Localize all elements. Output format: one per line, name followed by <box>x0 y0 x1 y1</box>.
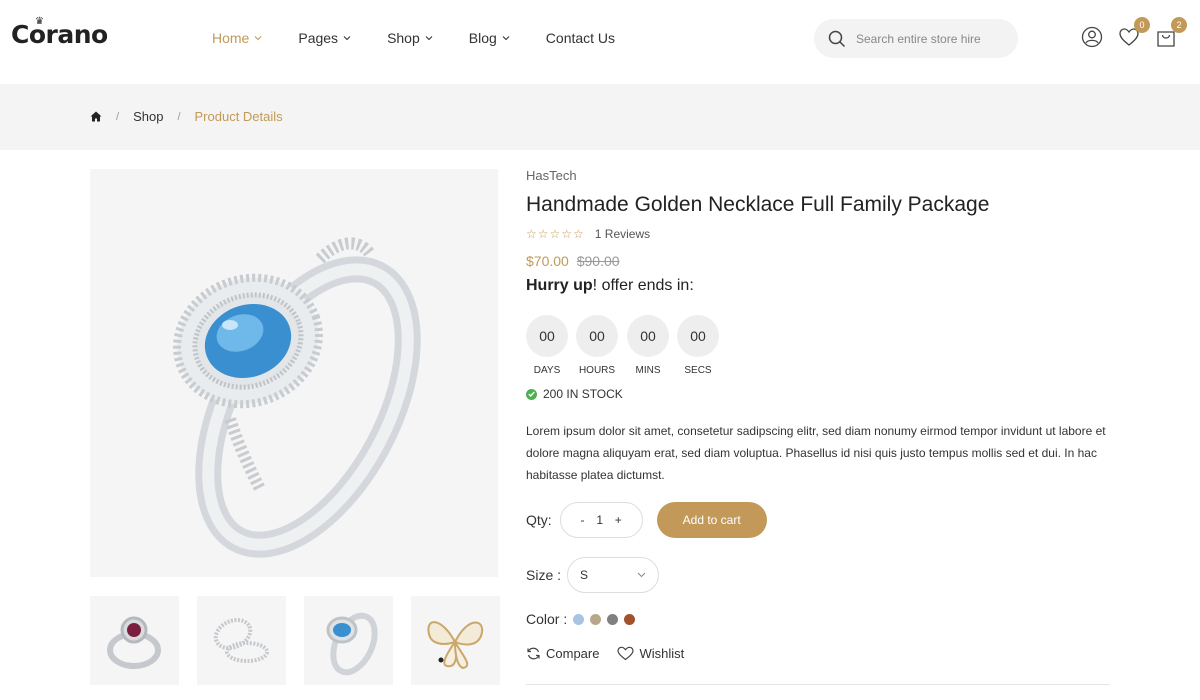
qty-increase-button[interactable]: + <box>615 513 622 527</box>
user-account-button[interactable] <box>1081 26 1105 50</box>
price-old: $90.00 <box>576 253 620 269</box>
color-swatch-brown[interactable] <box>624 613 636 625</box>
countdown-value: 00 <box>526 315 568 357</box>
search-input[interactable] <box>856 31 1006 46</box>
nav-home-label: Home <box>212 30 250 46</box>
chevron-down-icon <box>425 36 433 41</box>
countdown-mins: 00 MINS <box>627 315 669 376</box>
product-title: Handmade Golden Necklace Full Family Pac… <box>526 193 990 216</box>
product-thumbnail[interactable] <box>197 596 286 685</box>
color-swatch-gray[interactable] <box>607 613 619 625</box>
nav-shop[interactable]: Shop <box>387 30 433 46</box>
offer-bold: Hurry up <box>526 277 593 294</box>
chevron-down-icon <box>254 36 262 41</box>
nav-pages-label: Pages <box>298 30 339 46</box>
user-icon <box>1081 26 1103 48</box>
breadcrumb: / Shop / Product Details <box>90 109 283 124</box>
home-icon[interactable] <box>90 111 102 122</box>
product-thumbnail[interactable] <box>90 596 179 685</box>
divider <box>526 684 1110 685</box>
ring-image <box>173 237 421 558</box>
breadcrumb-current: Product Details <box>194 109 283 124</box>
blue-ring-thumbnail <box>326 612 378 676</box>
wishlist-button[interactable]: 0 <box>1118 17 1150 50</box>
compare-label: Compare <box>546 646 600 661</box>
qty-input[interactable]: 1 <box>596 513 603 527</box>
product-rating: ☆☆☆☆☆ 1 Reviews <box>526 227 650 241</box>
color-label: Color : <box>526 611 568 627</box>
refresh-icon <box>527 647 540 660</box>
countdown-secs: 00 SECS <box>677 315 719 376</box>
product-thumbnail[interactable] <box>304 596 393 685</box>
offer-text: ! offer ends in: <box>592 277 694 294</box>
search-box <box>814 19 1018 58</box>
breadcrumb-separator: / <box>116 110 120 123</box>
search-icon[interactable] <box>828 30 846 48</box>
product-main-image[interactable] <box>90 169 498 577</box>
color-swatch-tan[interactable] <box>590 613 602 625</box>
nav-shop-label: Shop <box>387 30 420 46</box>
qty-label: Qty: <box>526 512 552 528</box>
nav-home[interactable]: Home <box>212 30 262 46</box>
countdown-hours: 00 HOURS <box>576 315 618 376</box>
crown-icon: ♛ <box>35 16 44 27</box>
product-actions: Compare Wishlist <box>526 646 702 661</box>
ruby-ring-thumbnail <box>107 616 161 669</box>
nav-contact[interactable]: Contact Us <box>546 30 615 46</box>
size-selected-value: S <box>580 568 589 582</box>
countdown-label: HOURS <box>578 365 616 376</box>
main-nav: Home Pages Shop Blog Contact Us <box>212 30 651 46</box>
size-select[interactable]: S <box>567 557 660 593</box>
breadcrumb-separator: / <box>177 110 181 123</box>
wishlist-label: Wishlist <box>639 646 685 661</box>
band-rings-thumbnail <box>213 617 269 663</box>
site-header: ♛ Corano Home Pages Shop Blog Contact Us <box>0 0 1200 84</box>
logo-text: Corano <box>11 20 108 49</box>
price-current: $70.00 <box>526 253 569 269</box>
check-circle-icon <box>526 388 537 400</box>
quantity-stepper: - 1 + <box>559 502 643 538</box>
nav-blog-label: Blog <box>468 30 497 46</box>
countdown-label: DAYS <box>533 365 561 376</box>
size-row: Size : S <box>526 557 660 593</box>
chevron-down-icon <box>343 36 351 41</box>
chevron-down-icon <box>502 36 510 41</box>
star-rating-icon: ☆☆☆☆☆ <box>526 227 585 241</box>
cart-count-badge: 2 <box>1171 17 1187 33</box>
size-label: Size : <box>526 567 562 583</box>
color-row: Color : <box>526 611 641 627</box>
product-description: Lorem ipsum dolor sit amet, consetetur s… <box>526 424 1106 482</box>
product-brand[interactable]: HasTech <box>526 168 577 183</box>
quantity-row: Qty: - 1 + Add to cart <box>526 502 767 538</box>
nav-pages[interactable]: Pages <box>298 30 351 46</box>
add-to-cart-button[interactable]: Add to cart <box>656 502 767 538</box>
countdown-value: 00 <box>677 315 719 357</box>
offer-heading: Hurry up! offer ends in: <box>526 277 694 295</box>
logo[interactable]: ♛ Corano <box>11 16 108 49</box>
stock-status: 200 IN STOCK <box>526 387 623 401</box>
breadcrumb-bar: / Shop / Product Details <box>0 84 1200 150</box>
butterfly-brooch-thumbnail <box>427 621 484 670</box>
countdown-value: 00 <box>576 315 618 357</box>
compare-link[interactable]: Compare <box>526 646 599 661</box>
countdown-value: 00 <box>627 315 669 357</box>
color-swatch-blue[interactable] <box>573 613 585 625</box>
wishlist-count-badge: 0 <box>1134 17 1150 33</box>
price-box: $70.00 $90.00 <box>526 253 620 269</box>
product-thumbnail[interactable] <box>411 596 500 685</box>
reviews-count[interactable]: 1 Reviews <box>595 227 650 241</box>
breadcrumb-shop[interactable]: Shop <box>133 109 163 124</box>
qty-decrease-button[interactable]: - <box>581 513 585 527</box>
wishlist-link[interactable]: Wishlist <box>617 646 684 661</box>
countdown-label: MINS <box>635 365 661 376</box>
nav-blog[interactable]: Blog <box>469 30 510 46</box>
nav-contact-label: Contact Us <box>545 30 616 46</box>
chevron-down-icon <box>637 572 646 578</box>
cart-button[interactable]: 2 <box>1155 17 1187 50</box>
countdown-label: SECS <box>684 365 712 376</box>
countdown-days: 00 DAYS <box>526 315 568 376</box>
heart-icon <box>617 646 635 661</box>
stock-text: 200 IN STOCK <box>543 387 623 401</box>
